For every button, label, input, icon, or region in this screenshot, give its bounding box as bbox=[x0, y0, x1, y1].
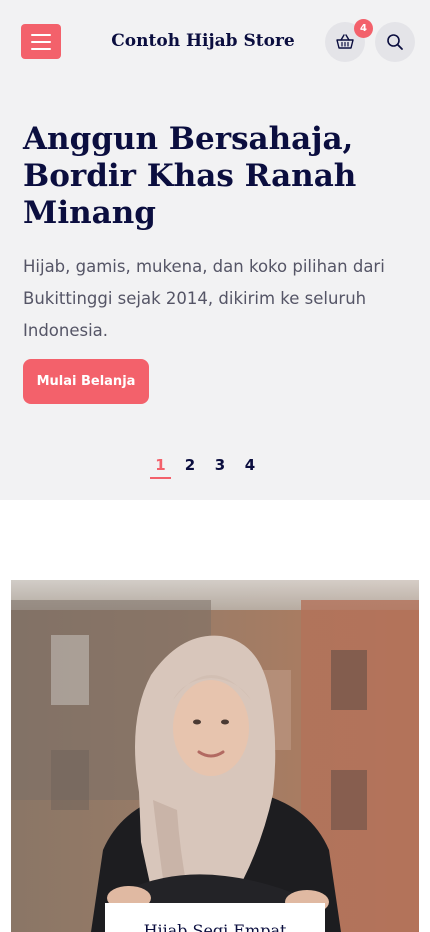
woman-in-hijab-image bbox=[11, 580, 419, 932]
store-title[interactable]: Contoh Hijab Store bbox=[95, 28, 311, 54]
hamburger-icon-line bbox=[31, 40, 51, 43]
cart-count-badge: 4 bbox=[354, 19, 373, 38]
page-link-1[interactable]: 1 bbox=[150, 455, 171, 479]
search-button[interactable] bbox=[375, 22, 415, 62]
slider-pagination: 1 2 3 4 bbox=[150, 455, 265, 479]
menu-button[interactable] bbox=[21, 24, 61, 59]
hero-section: Contoh Hijab Store 4 Anggun Bersahaja, B… bbox=[0, 0, 430, 500]
page-link-4[interactable]: 4 bbox=[235, 455, 265, 479]
hero-description: Hijab, gamis, mukena, dan koko pilihan d… bbox=[23, 257, 385, 340]
search-icon bbox=[387, 34, 403, 50]
basket-icon bbox=[336, 34, 354, 49]
hero-title: Anggun Bersahaja, Bordir Khas Ranah Mina… bbox=[23, 121, 357, 231]
hamburger-icon-line bbox=[31, 47, 51, 50]
cart-button[interactable]: 4 bbox=[325, 19, 373, 62]
page-link-3[interactable]: 3 bbox=[205, 455, 235, 479]
product-name-card[interactable]: Hijab Segi Empat bbox=[105, 903, 325, 932]
start-shopping-button[interactable]: Mulai Belanja bbox=[23, 359, 149, 404]
page-link-2[interactable]: 2 bbox=[175, 455, 205, 479]
product-photo[interactable] bbox=[11, 580, 419, 932]
hamburger-icon bbox=[31, 33, 51, 36]
